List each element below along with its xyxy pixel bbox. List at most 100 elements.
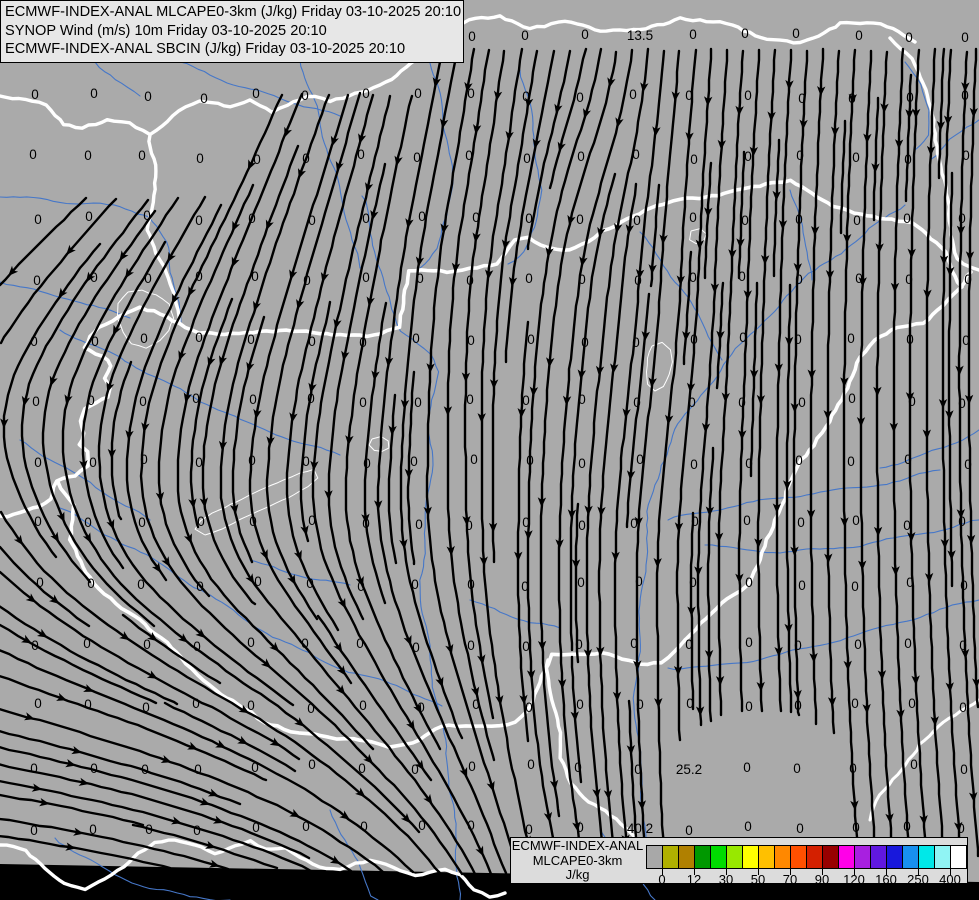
- svg-text:0: 0: [362, 211, 370, 226]
- svg-text:0: 0: [689, 210, 697, 225]
- svg-text:0: 0: [34, 212, 42, 227]
- svg-text:0: 0: [470, 452, 478, 467]
- svg-text:0: 0: [195, 455, 203, 470]
- svg-text:0: 0: [798, 578, 806, 593]
- svg-text:0: 0: [359, 395, 367, 410]
- svg-text:0: 0: [138, 515, 146, 530]
- svg-text:0: 0: [527, 332, 535, 347]
- svg-text:0: 0: [744, 149, 752, 164]
- svg-text:0: 0: [30, 761, 38, 776]
- svg-text:0: 0: [362, 270, 370, 285]
- svg-text:0: 0: [411, 762, 419, 777]
- svg-text:0: 0: [576, 697, 584, 712]
- svg-text:0: 0: [961, 30, 969, 45]
- svg-text:0: 0: [252, 86, 260, 101]
- svg-text:0: 0: [903, 518, 911, 533]
- svg-text:0: 0: [522, 639, 530, 654]
- svg-text:0: 0: [798, 395, 806, 410]
- svg-text:0: 0: [247, 332, 255, 347]
- svg-text:0: 0: [194, 762, 202, 777]
- svg-text:0: 0: [855, 28, 863, 43]
- svg-text:0: 0: [362, 86, 370, 101]
- svg-text:0: 0: [577, 575, 585, 590]
- svg-text:0: 0: [904, 636, 912, 651]
- svg-text:0: 0: [89, 455, 97, 470]
- svg-text:0: 0: [908, 696, 916, 711]
- svg-text:0: 0: [34, 455, 42, 470]
- svg-text:0: 0: [847, 331, 855, 346]
- svg-text:0: 0: [32, 394, 40, 409]
- svg-text:0: 0: [412, 331, 420, 346]
- svg-text:0: 0: [85, 209, 93, 224]
- svg-text:0: 0: [527, 757, 535, 772]
- svg-text:0: 0: [903, 211, 911, 226]
- svg-text:0: 0: [689, 27, 697, 42]
- svg-text:0: 0: [359, 698, 367, 713]
- svg-text:0: 0: [743, 760, 751, 775]
- svg-text:0: 0: [144, 89, 152, 104]
- svg-text:0: 0: [525, 271, 533, 286]
- svg-text:0: 0: [468, 759, 476, 774]
- svg-text:40.2: 40.2: [627, 821, 653, 836]
- svg-text:0: 0: [29, 147, 37, 162]
- svg-text:0: 0: [34, 696, 42, 711]
- svg-text:0: 0: [578, 518, 586, 533]
- svg-text:0: 0: [959, 700, 967, 715]
- svg-text:0: 0: [84, 148, 92, 163]
- svg-text:0: 0: [139, 394, 147, 409]
- svg-text:0: 0: [196, 151, 204, 166]
- svg-text:0: 0: [910, 757, 918, 772]
- svg-text:0: 0: [200, 91, 208, 106]
- svg-text:0: 0: [848, 391, 856, 406]
- svg-text:0: 0: [745, 575, 753, 590]
- svg-text:0: 0: [578, 456, 586, 471]
- svg-text:0: 0: [633, 213, 641, 228]
- svg-text:0: 0: [690, 457, 698, 472]
- svg-text:0: 0: [629, 87, 637, 102]
- svg-text:0: 0: [84, 515, 92, 530]
- svg-text:0: 0: [195, 213, 203, 228]
- svg-text:0: 0: [745, 699, 753, 714]
- svg-text:0: 0: [523, 151, 531, 166]
- svg-text:0: 0: [741, 213, 749, 228]
- svg-text:0: 0: [960, 762, 968, 777]
- svg-text:0: 0: [414, 86, 422, 101]
- svg-text:0: 0: [851, 579, 859, 594]
- svg-text:0: 0: [793, 761, 801, 776]
- svg-text:0: 0: [247, 698, 255, 713]
- svg-text:0: 0: [576, 90, 584, 105]
- svg-text:0: 0: [851, 696, 859, 711]
- svg-text:25.2: 25.2: [676, 762, 702, 777]
- svg-text:0: 0: [466, 392, 474, 407]
- svg-text:0: 0: [415, 517, 423, 532]
- svg-text:0: 0: [90, 86, 98, 101]
- svg-text:0: 0: [249, 392, 257, 407]
- svg-text:0: 0: [792, 26, 800, 41]
- svg-text:0: 0: [193, 823, 201, 838]
- svg-text:0: 0: [854, 637, 862, 652]
- svg-text:0: 0: [796, 821, 804, 836]
- svg-text:0: 0: [581, 27, 589, 42]
- svg-text:0: 0: [852, 150, 860, 165]
- svg-text:0: 0: [853, 213, 861, 228]
- svg-text:0: 0: [195, 330, 203, 345]
- svg-text:0: 0: [468, 29, 476, 44]
- svg-text:0: 0: [31, 87, 39, 102]
- svg-text:0: 0: [138, 148, 146, 163]
- svg-text:0: 0: [140, 331, 148, 346]
- svg-text:0: 0: [521, 28, 529, 43]
- svg-text:0: 0: [308, 757, 316, 772]
- svg-text:0: 0: [467, 333, 475, 348]
- svg-text:0: 0: [852, 513, 860, 528]
- svg-text:0: 0: [577, 149, 585, 164]
- svg-text:0: 0: [576, 212, 584, 227]
- svg-text:0: 0: [743, 513, 751, 528]
- svg-text:0: 0: [847, 454, 855, 469]
- svg-text:0: 0: [414, 395, 422, 410]
- svg-text:0: 0: [741, 26, 749, 41]
- svg-text:0: 0: [795, 453, 803, 468]
- svg-text:0: 0: [690, 152, 698, 167]
- svg-text:0: 0: [522, 393, 530, 408]
- svg-text:0: 0: [467, 638, 475, 653]
- svg-text:0: 0: [745, 635, 753, 650]
